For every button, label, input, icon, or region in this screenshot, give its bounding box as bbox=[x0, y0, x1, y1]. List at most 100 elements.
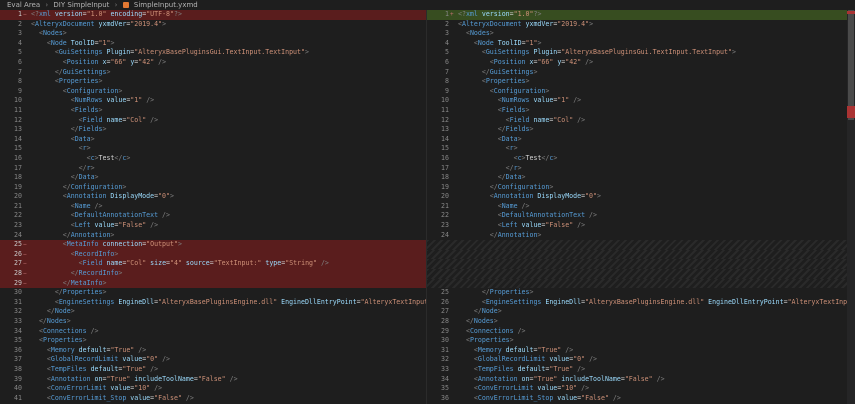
code-line[interactable]: 8 <Properties> bbox=[0, 77, 426, 87]
diff-gap-row[interactable] bbox=[427, 249, 855, 260]
code-line[interactable]: 25− <MetaInfo connection="Output"> bbox=[0, 240, 426, 250]
code-line[interactable]: 6 <Position x="66" y="42" /> bbox=[0, 58, 426, 68]
code-line[interactable]: 32 </Node> bbox=[0, 307, 426, 317]
code-line[interactable]: 17 </r> bbox=[427, 164, 855, 174]
code-line[interactable]: 24 </Annotation> bbox=[427, 231, 855, 241]
breadcrumb-item-file[interactable]: SimpleInput.yxmd bbox=[134, 1, 198, 9]
code-line[interactable]: 21 <Name /> bbox=[0, 202, 426, 212]
code-line[interactable]: 18 </Data> bbox=[427, 173, 855, 183]
code-line[interactable]: 15 <r> bbox=[427, 144, 855, 154]
code-line[interactable]: 4 <Node ToolID="1"> bbox=[0, 39, 426, 49]
code-line[interactable]: 2 <AlteryxDocument yxmdVer="2019.4"> bbox=[0, 20, 426, 30]
breadcrumb: Eval Area › DIY SimpleInput › SimpleInpu… bbox=[0, 0, 855, 10]
code-line[interactable]: 3 <Nodes> bbox=[427, 29, 855, 39]
code-token: "1" bbox=[525, 38, 538, 47]
code-line[interactable]: 28 </Nodes> bbox=[427, 317, 855, 327]
code-line[interactable]: 19 </Configuration> bbox=[427, 183, 855, 193]
scrollbar-thumb[interactable] bbox=[848, 10, 854, 120]
code-line[interactable]: 3 <Nodes> bbox=[0, 29, 426, 39]
code-line[interactable]: 27 </Node> bbox=[427, 307, 855, 317]
code-line[interactable]: 7 </GuiSettings> bbox=[0, 68, 426, 78]
code-line[interactable]: 22 <DefaultAnnotationText /> bbox=[0, 211, 426, 221]
code-line[interactable]: 26− <RecordInfo> bbox=[0, 249, 426, 260]
code-line[interactable]: 27− <Field name="Col" size="4" source="T… bbox=[0, 259, 426, 270]
code-line[interactable]: 14 <Data> bbox=[0, 135, 426, 145]
code-line[interactable]: 12 <Field name="Col" /> bbox=[0, 116, 426, 126]
code-line[interactable]: 35 <ConvErrorLimit value="10" /> bbox=[427, 384, 855, 394]
code-line[interactable]: 36 <Memory default="True" /> bbox=[0, 346, 426, 356]
line-number: 32 bbox=[14, 307, 22, 316]
diff-gap-row[interactable] bbox=[427, 240, 855, 250]
original-editor-pane[interactable]: 1− <?xml version="1.0" encoding="UTF-8"?>… bbox=[0, 10, 426, 404]
code-line[interactable]: 33 <TempFiles default="True" /> bbox=[427, 365, 855, 375]
code-line[interactable]: 21 <Name /> bbox=[427, 202, 855, 212]
diff-gap-row[interactable] bbox=[427, 278, 855, 289]
code-line[interactable]: 29 <Connections /> bbox=[427, 327, 855, 337]
code-line[interactable]: 30 <Properties> bbox=[427, 336, 855, 346]
code-line[interactable]: 13 </Fields> bbox=[0, 125, 426, 135]
code-line[interactable]: 24 </Annotation> bbox=[0, 231, 426, 241]
code-line[interactable]: 20 <Annotation DisplayMode="0"> bbox=[427, 192, 855, 202]
modified-editor-pane[interactable]: 1 + <?xml version="1.0"?> 2 <AlteryxDocument… bbox=[426, 10, 855, 404]
code-line[interactable]: 38 <TempFiles default="True" /> bbox=[0, 365, 426, 375]
code-line[interactable]: 34 <Annotation on="True" includeToolName… bbox=[427, 375, 855, 385]
code-line[interactable]: 5 <GuiSettings Plugin="AlteryxBasePlugin… bbox=[0, 48, 426, 58]
code-line[interactable]: 9 <Configuration> bbox=[427, 87, 855, 97]
diff-gap-row[interactable] bbox=[427, 269, 855, 279]
code-line[interactable]: 28− </RecordInfo> bbox=[0, 269, 426, 279]
code-line[interactable]: 11 <Fields> bbox=[0, 106, 426, 116]
vertical-scrollbar[interactable] bbox=[847, 10, 855, 404]
line-number: 22 bbox=[441, 211, 449, 220]
code-line[interactable]: 39 <Annotation on="True" includeToolName… bbox=[0, 375, 426, 385]
code-line[interactable]: 22 <DefaultAnnotationText /> bbox=[427, 211, 855, 221]
line-number: 17 bbox=[441, 163, 449, 172]
code-line[interactable]: 40 <ConvErrorLimit value="10" /> bbox=[0, 384, 426, 394]
code-line[interactable]: 1− <?xml version="1.0" encoding="UTF-8"?> bbox=[0, 10, 426, 20]
code-line[interactable]: 29− </MetaInfo> bbox=[0, 278, 426, 289]
code-line[interactable]: 10 <NumRows value="1" /> bbox=[427, 96, 855, 106]
code-line[interactable]: 11 <Fields> bbox=[427, 106, 855, 116]
code-line[interactable]: 33 </Nodes> bbox=[0, 317, 426, 327]
code-line[interactable]: 26 <EngineSettings EngineDll="AlteryxBas… bbox=[427, 298, 855, 308]
code-line[interactable]: 32 <GlobalRecordLimit value="0" /> bbox=[427, 355, 855, 365]
code-line[interactable]: 15 <r> bbox=[0, 144, 426, 154]
breadcrumb-item-eval-area[interactable]: Eval Area bbox=[7, 1, 40, 9]
code-line[interactable]: 6 <Position x="66" y="42" /> bbox=[427, 58, 855, 68]
code-line[interactable]: 37 <GlobalRecordLimit value="0" /> bbox=[0, 355, 426, 365]
code-line[interactable]: 4 <Node ToolID="1"> bbox=[427, 39, 855, 49]
code-line[interactable]: 23 <Left value="False" /> bbox=[427, 221, 855, 231]
line-number: 26 bbox=[441, 297, 449, 306]
code-line[interactable]: 12 <Field name="Col" /> bbox=[427, 116, 855, 126]
code-token: value bbox=[110, 384, 131, 393]
code-line[interactable]: 10 <NumRows value="1" /> bbox=[0, 96, 426, 106]
code-line[interactable]: 31 <Memory default="True" /> bbox=[427, 346, 855, 356]
code-line[interactable]: 19 </Configuration> bbox=[0, 183, 426, 193]
code-line[interactable]: 18 </Data> bbox=[0, 173, 426, 183]
code-text: <Fields> bbox=[458, 106, 530, 116]
code-line[interactable]: 16 <c>Test</c> bbox=[427, 154, 855, 164]
code-line[interactable]: 25 </Properties> bbox=[427, 288, 855, 298]
code-line[interactable]: 34 <Connections /> bbox=[0, 327, 426, 337]
code-line[interactable]: 16 <c>Test</c> bbox=[0, 154, 426, 164]
code-line[interactable]: 7 </GuiSettings> bbox=[427, 68, 855, 78]
code-line[interactable]: 13 </Fields> bbox=[427, 125, 855, 135]
code-line[interactable]: 17 </r> bbox=[0, 164, 426, 174]
code-line[interactable]: 31 <EngineSettings EngineDll="AlteryxBas… bbox=[0, 298, 426, 308]
code-line[interactable]: 9 <Configuration> bbox=[0, 87, 426, 97]
code-line[interactable]: 1 + <?xml version="1.0"?> bbox=[427, 10, 855, 20]
code-line[interactable]: 5 <GuiSettings Plugin="AlteryxBasePlugin… bbox=[427, 48, 855, 58]
breadcrumb-item-folder[interactable]: DIY SimpleInput bbox=[53, 1, 109, 9]
code-line[interactable]: 36 <ConvErrorLimit_Stop value="False" /> bbox=[427, 394, 855, 404]
code-line[interactable]: 14 <Data> bbox=[427, 135, 855, 145]
code-line[interactable]: 2 <AlteryxDocument yxmdVer="2019.4"> bbox=[427, 20, 855, 30]
code-line[interactable]: 35 <Properties> bbox=[0, 336, 426, 346]
code-line[interactable]: 20 <Annotation DisplayMode="0"> bbox=[0, 192, 426, 202]
code-text: <Fields> bbox=[31, 106, 103, 116]
code-line[interactable]: 41 <ConvErrorLimit_Stop value="False" /> bbox=[0, 394, 426, 404]
diff-gap-row[interactable] bbox=[427, 259, 855, 270]
code-line[interactable]: 8 <Properties> bbox=[427, 77, 855, 87]
code-line[interactable]: 30 </Properties> bbox=[0, 288, 426, 298]
code-token: RecordInfo bbox=[74, 249, 115, 258]
code-line[interactable]: 23 <Left value="False" /> bbox=[0, 221, 426, 231]
